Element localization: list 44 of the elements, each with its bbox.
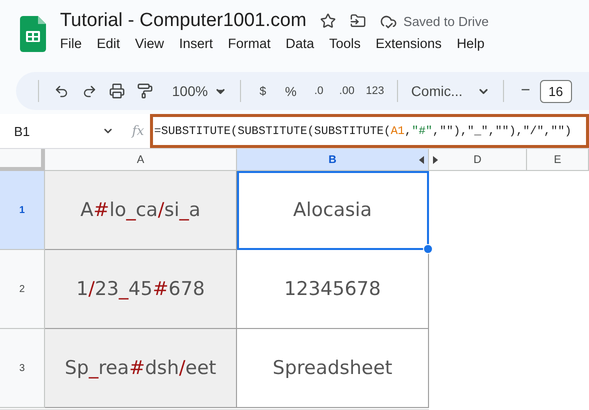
column-header[interactable]: E <box>527 149 589 171</box>
column-header[interactable]: A <box>45 149 237 171</box>
table-cell[interactable]: Sp_rea#dsh/eet <box>45 329 237 408</box>
increase-decimal-button[interactable]: .00 <box>332 77 361 105</box>
table-cell[interactable]: A#lo_ca/si_a <box>45 171 237 250</box>
row-header[interactable]: 3 <box>0 329 45 408</box>
menu-item[interactable]: Extensions <box>376 36 442 51</box>
star-icon[interactable] <box>320 13 336 29</box>
table-cell[interactable]: Spreadsheet <box>237 329 429 408</box>
formula-field[interactable]: =SUBSTITUTE(SUBSTITUTE(SUBSTITUTE(A1,"#",""),"_",""),"/","") <box>150 114 589 148</box>
menu-item[interactable]: File <box>60 36 82 51</box>
row-header[interactable]: 2 <box>0 250 45 329</box>
menu-item[interactable]: Data <box>286 36 314 51</box>
column-header[interactable]: B <box>237 149 429 171</box>
right-arrow-icon[interactable] <box>433 156 438 164</box>
column-header[interactable]: D <box>429 149 527 171</box>
name-box[interactable]: B1 <box>14 124 30 138</box>
table-cell[interactable]: 1/23_45#678 <box>45 250 237 329</box>
menu-item[interactable]: Help <box>456 36 484 51</box>
percent-button[interactable]: % <box>276 77 305 105</box>
row-header[interactable]: 1 <box>0 171 45 250</box>
currency-button[interactable]: $ <box>248 77 277 105</box>
number-format-button[interactable]: 123 <box>360 77 390 105</box>
redo-icon[interactable] <box>82 84 96 98</box>
menu-item[interactable]: Edit <box>96 36 120 51</box>
save-status: Saved to Drive <box>403 14 489 28</box>
undo-icon[interactable] <box>54 84 68 98</box>
font-dropdown[interactable]: Comic... <box>406 77 495 105</box>
menu-item[interactable]: Format <box>228 36 271 51</box>
font-size-field[interactable]: 16 <box>540 80 572 102</box>
decrease-decimal-button[interactable]: .0 <box>304 77 333 105</box>
sheets-logo-icon[interactable] <box>20 16 46 52</box>
move-folder-icon[interactable] <box>350 13 366 29</box>
menu-item[interactable]: View <box>135 36 164 51</box>
printer-icon[interactable] <box>109 83 125 99</box>
document-title[interactable]: Tutorial - Computer1001.com <box>60 10 306 32</box>
zoom-dropdown[interactable]: 100% <box>167 77 232 105</box>
left-arrow-icon[interactable] <box>419 156 424 164</box>
fill-handle[interactable] <box>423 244 433 254</box>
fx-label: fx <box>132 124 144 138</box>
decrease-font-size-button[interactable]: − <box>512 77 540 105</box>
menu-item[interactable]: Tools <box>329 36 361 51</box>
paint-roller-icon[interactable] <box>137 83 153 99</box>
menu-item[interactable]: Insert <box>179 36 213 51</box>
